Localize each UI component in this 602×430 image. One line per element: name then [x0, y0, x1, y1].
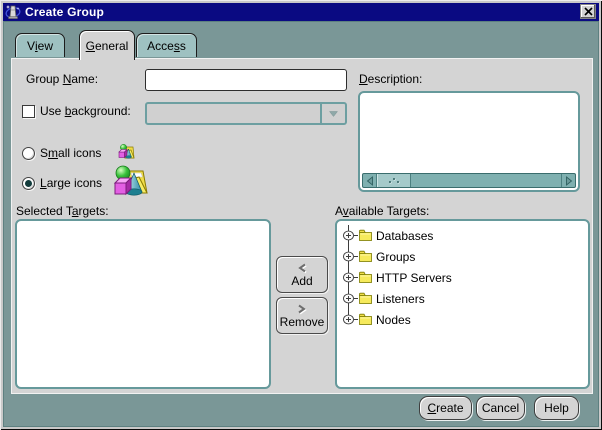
large-group-icon [113, 165, 148, 196]
tree-expander-icon[interactable] [343, 251, 354, 262]
cancel-button[interactable]: Cancel [476, 396, 525, 420]
selected-targets-label: Selected Targets: [16, 204, 109, 218]
scroll-left-icon [366, 175, 373, 186]
large-icons-label[interactable]: Large icons [40, 176, 102, 190]
selected-targets-list[interactable] [15, 219, 271, 389]
create-group-dialog: Create Group Vi ew General Acce s s Group N… [0, 0, 602, 430]
create-button[interactable]: Create [419, 396, 472, 420]
dialog-body: Vi ew General Acce s s Group Name: Descript… [3, 21, 599, 427]
large-icons-radio[interactable] [22, 177, 35, 190]
description-hscrollbar[interactable] [362, 173, 576, 188]
folder-icon [359, 250, 372, 262]
add-chevron-icon [298, 263, 307, 273]
tree-row-nodes[interactable]: Nodes [343, 309, 588, 330]
scrollbar-thumb[interactable] [377, 174, 411, 187]
folder-icon [359, 229, 372, 241]
folder-icon [359, 292, 372, 304]
use-background-checkbox[interactable] [22, 105, 35, 118]
scroll-right-icon [565, 175, 572, 186]
tree-item-label[interactable]: HTTP Servers [376, 271, 452, 285]
use-background-label[interactable]: Use background: [40, 104, 131, 118]
dropdown-arrow-icon [329, 110, 338, 117]
tree-row-listeners[interactable]: Listeners [343, 288, 588, 309]
tab-view[interactable]: Vi ew [15, 33, 65, 57]
group-name-label: Group Name: [26, 72, 99, 86]
tab-general[interactable]: General [79, 30, 135, 60]
tree-row-databases[interactable]: Databases [343, 225, 588, 246]
combobox-dropdown-button[interactable] [320, 104, 345, 123]
small-icons-label[interactable]: Small icons [40, 146, 101, 160]
remove-chevron-icon [298, 304, 307, 314]
close-icon [583, 7, 593, 16]
tree-expander-icon[interactable] [343, 272, 354, 283]
tree-expander-icon[interactable] [343, 314, 354, 325]
titlebar[interactable]: Create Group [3, 3, 599, 21]
app-icon [5, 5, 21, 19]
tree-content: Databases Groups HTTP Servers Listeners … [337, 221, 588, 387]
small-icons-radio[interactable] [22, 147, 35, 160]
scroll-right-button[interactable] [561, 174, 575, 187]
tree-item-label[interactable]: Nodes [376, 313, 411, 327]
tree-item-label[interactable]: Databases [376, 229, 433, 243]
window-title: Create Group [25, 5, 105, 19]
description-textarea[interactable] [358, 91, 580, 192]
thumb-grip-dots-icon [389, 177, 400, 184]
close-button[interactable] [580, 4, 596, 19]
background-combobox [145, 102, 347, 125]
tree-expander-icon[interactable] [343, 293, 354, 304]
remove-button-label: Remove [279, 314, 325, 329]
tab-access[interactable]: Acce s s [136, 33, 197, 57]
tree-row-http-servers[interactable]: HTTP Servers [343, 267, 588, 288]
tree-item-label[interactable]: Listeners [376, 292, 425, 306]
small-group-icon [118, 144, 135, 159]
add-button[interactable]: Add [276, 256, 328, 293]
help-button[interactable]: Help [534, 396, 579, 420]
scroll-left-button[interactable] [363, 174, 377, 187]
available-targets-tree[interactable]: Databases Groups HTTP Servers Listeners … [335, 219, 590, 389]
available-targets-label: Available Targets: [335, 204, 430, 218]
description-label: Description: [359, 72, 423, 86]
tree-expander-icon[interactable] [343, 230, 354, 241]
group-name-input[interactable] [145, 69, 347, 91]
tree-row-groups[interactable]: Groups [343, 246, 588, 267]
general-tab-panel: Group Name: Description: Use background:… [11, 58, 593, 394]
folder-icon [359, 271, 372, 283]
tree-item-label[interactable]: Groups [376, 250, 415, 264]
remove-button[interactable]: Remove [276, 297, 328, 334]
folder-icon [359, 313, 372, 325]
add-button-label: Add [291, 273, 313, 288]
